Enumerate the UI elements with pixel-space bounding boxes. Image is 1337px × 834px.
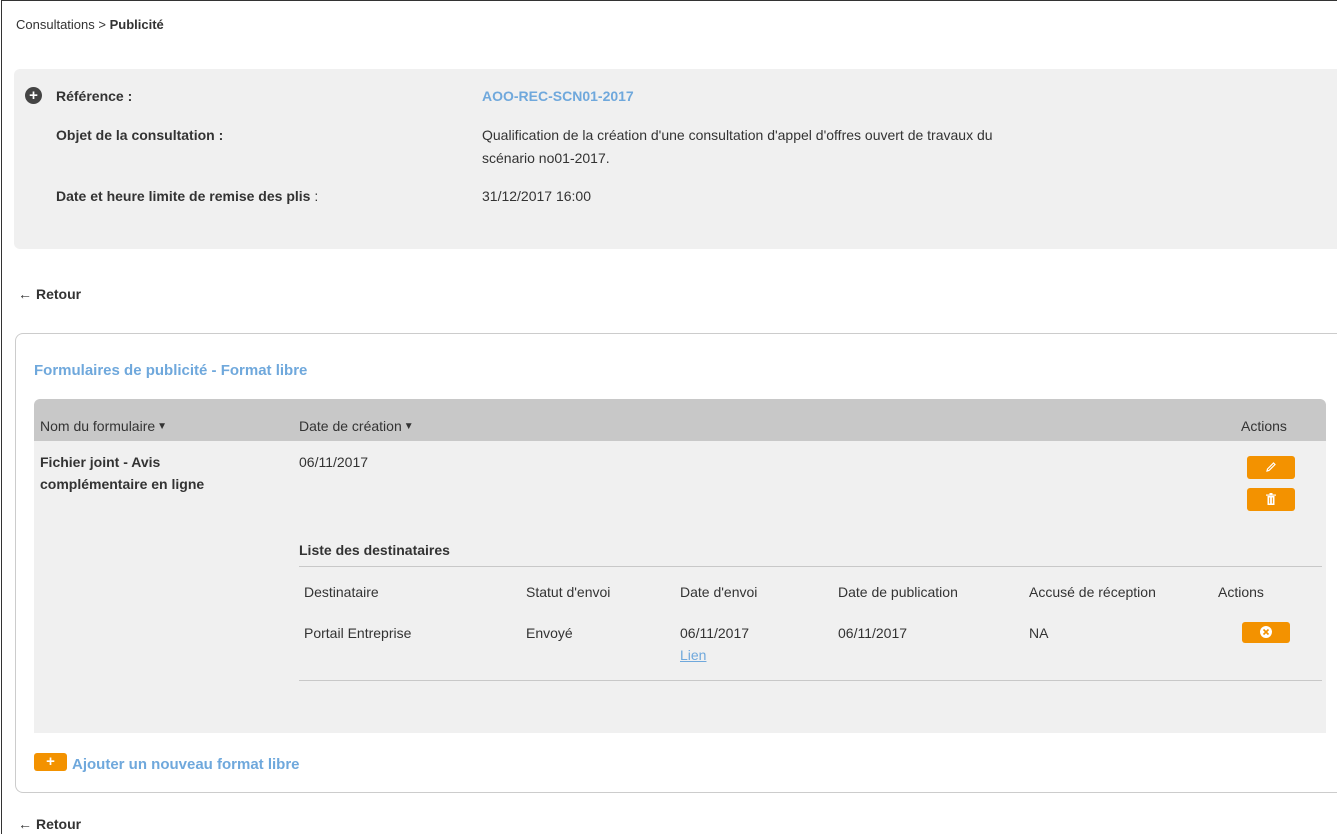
objet-value-line1: Qualification de la création d'une consu… [482,127,993,143]
retour-label: Retour [36,286,82,302]
breadcrumb-parent[interactable]: Consultations [16,17,95,32]
reference-value[interactable]: AOO-REC-SCN01-2017 [482,88,634,104]
recipients-col-date-publication: Date de publication [838,584,958,600]
divider [299,566,1322,567]
edit-button[interactable] [1247,456,1295,479]
table-header [34,399,1326,441]
delete-button[interactable] [1247,488,1295,511]
date-limite-label-text: Date et heure limite de remise des plis [56,188,311,204]
breadcrumb-current: Publicité [109,17,164,32]
column-header-actions: Actions [1241,418,1287,434]
objet-label: Objet de la consultation : [56,127,224,143]
form-name-line1: Fichier joint - Avis [40,454,161,470]
retour-link-bottom[interactable]: ← Retour [18,816,81,832]
column-header-nom-label: Nom du formulaire [40,418,156,434]
expand-plus-icon[interactable]: + [25,87,42,104]
recipients-col-statut: Statut d'envoi [526,584,611,600]
recipient-date-envoi: 06/11/2017 [680,625,750,641]
breadcrumb: Consultations > Publicité [16,17,164,32]
column-header-date[interactable]: Date de création ▼ [299,418,414,434]
sort-caret-icon: ▼ [157,421,168,432]
recipients-title: Liste des destinataires [299,542,450,558]
close-circle-icon [1260,626,1272,638]
recipient-lien-link[interactable]: Lien [680,647,706,663]
recipients-col-destinataire: Destinataire [304,584,379,600]
form-created-date: 06/11/2017 [299,454,369,470]
consultation-summary [14,69,1337,249]
recipients-col-actions: Actions [1218,584,1264,600]
sort-caret-icon: ▼ [403,421,414,432]
reference-label: Référence : [56,88,133,104]
retour-link-top[interactable]: ← Retour [18,286,81,302]
panel-title: Formulaires de publicité - Format libre [34,362,308,379]
breadcrumb-separator: > [94,17,110,32]
column-header-date-label: Date de création [299,418,402,434]
trash-icon [1266,493,1276,505]
column-header-nom[interactable]: Nom du formulaire ▼ [40,418,167,434]
cancel-send-button[interactable] [1242,622,1290,643]
retour-label: Retour [36,816,82,832]
recipients-col-date-envoi: Date d'envoi [680,584,758,600]
recipient-statut: Envoyé [526,625,573,641]
date-limite-value: 31/12/2017 16:00 [482,188,591,204]
recipient-accuse: NA [1029,625,1049,641]
add-format-button[interactable]: + [34,753,67,771]
objet-value-line2: scénario no01-2017. [482,150,610,166]
pencil-icon [1266,462,1276,472]
back-arrow-icon: ← [18,816,32,832]
recipient-date-publication: 06/11/2017 [838,625,908,641]
date-limite-label: Date et heure limite de remise des plis … [56,188,318,204]
form-name-line2: complémentaire en ligne [40,476,205,492]
date-limite-colon: : [310,188,319,204]
back-arrow-icon: ← [18,286,32,302]
recipient-destinataire: Portail Entreprise [304,625,412,641]
add-format-label[interactable]: Ajouter un nouveau format libre [72,756,300,773]
divider [299,680,1322,681]
recipients-col-accuse: Accusé de réception [1029,584,1156,600]
